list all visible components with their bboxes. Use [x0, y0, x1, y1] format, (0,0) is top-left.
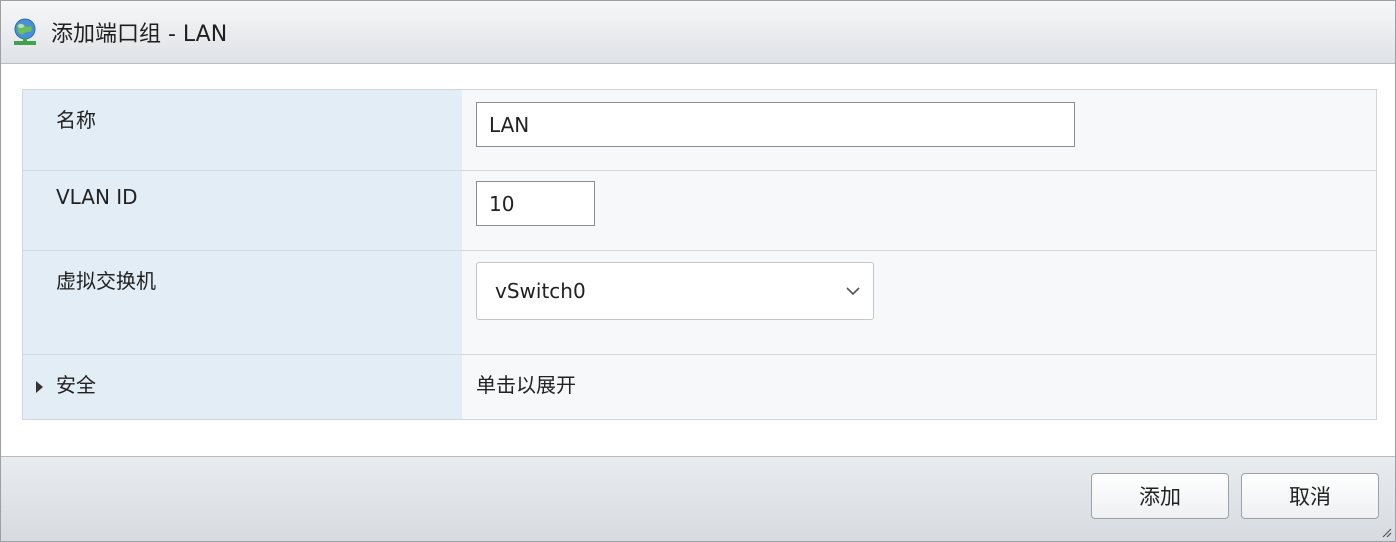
resize-grip-icon[interactable]: [1380, 526, 1392, 538]
vlan-value-cell: 10: [462, 171, 1376, 250]
security-label: 安全: [56, 373, 96, 397]
vlan-row: VLAN ID 10: [23, 171, 1376, 250]
security-value-cell[interactable]: 单击以展开: [462, 355, 1376, 419]
name-input[interactable]: LAN: [476, 102, 1075, 147]
security-row[interactable]: 安全 单击以展开: [23, 355, 1376, 419]
expand-arrow-icon[interactable]: [35, 381, 45, 393]
name-label: 名称: [23, 90, 462, 170]
port-group-form: 名称 LAN VLAN ID 10 虚拟交换机 vSwitch0 安全 单击以展…: [22, 89, 1377, 420]
vlan-id-input[interactable]: 10: [476, 181, 595, 226]
vswitch-value-cell: vSwitch0: [462, 251, 1376, 354]
vswitch-label: 虚拟交换机: [23, 251, 462, 354]
dialog-footer: 添加 取消: [1, 456, 1395, 541]
add-port-group-dialog: 添加端口组 - LAN 名称 LAN VLAN ID 10 虚拟交换机 vSwi…: [0, 0, 1396, 542]
add-button[interactable]: 添加: [1091, 473, 1229, 519]
vswitch-selected-value: vSwitch0: [495, 279, 586, 303]
dialog-title: 添加端口组 - LAN: [51, 22, 228, 47]
network-portgroup-icon: [14, 18, 36, 45]
vswitch-row: 虚拟交换机 vSwitch0: [23, 251, 1376, 354]
cancel-button[interactable]: 取消: [1241, 473, 1379, 519]
vswitch-select[interactable]: vSwitch0: [476, 262, 874, 320]
name-value-cell: LAN: [462, 90, 1376, 170]
vlan-label: VLAN ID: [23, 171, 462, 250]
name-row: 名称 LAN: [23, 90, 1376, 170]
expand-hint[interactable]: 单击以展开: [476, 369, 576, 398]
chevron-down-icon: [846, 287, 860, 296]
dialog-titlebar: 添加端口组 - LAN: [1, 1, 1395, 64]
security-label-cell[interactable]: 安全: [23, 355, 462, 419]
